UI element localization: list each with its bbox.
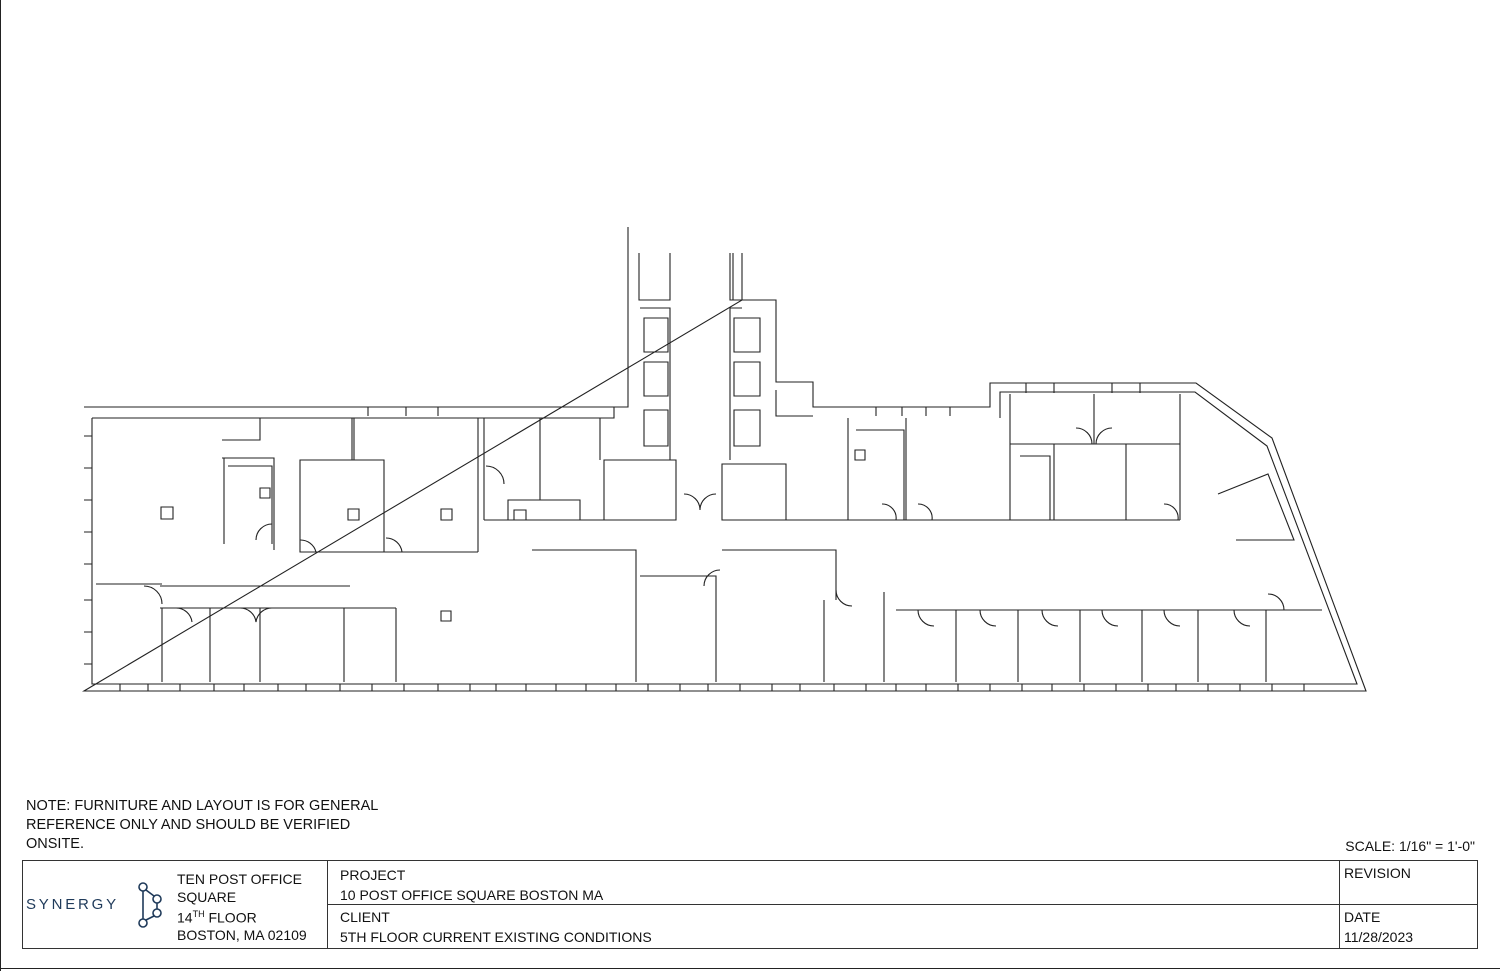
- client-value: 5TH FLOOR CURRENT EXISTING CONDITIONS: [340, 929, 652, 945]
- project-value: 10 POST OFFICE SQUARE BOSTON MA: [340, 887, 604, 903]
- address-line-1: TEN POST OFFICE: [177, 871, 302, 887]
- revision-label: REVISION: [1344, 865, 1411, 881]
- note-line-3: ONSITE.: [26, 836, 85, 852]
- building-outline: [84, 227, 1366, 691]
- title-block: SYNERGY TEN POST OFFICE SQUARE 14TH FLOO…: [22, 860, 1478, 949]
- client-field: CLIENT 5TH FLOOR CURRENT EXISTING CONDIT…: [328, 905, 1340, 948]
- note-line-1: NOTE: FURNITURE AND LAYOUT IS FOR GENERA…: [26, 798, 379, 814]
- project-label: PROJECT: [340, 867, 406, 883]
- address-line-4: BOSTON, MA 02109: [177, 927, 307, 944]
- company-logo: SYNERGY: [23, 861, 173, 948]
- project-field: PROJECT 10 POST OFFICE SQUARE BOSTON MA: [328, 861, 1340, 905]
- company-address: TEN POST OFFICE SQUARE 14TH FLOOR BOSTON…: [173, 861, 328, 948]
- address-line-2: SQUARE: [177, 888, 237, 905]
- corridor-wall-south: [160, 550, 1322, 682]
- synergy-logo-icon: [138, 882, 162, 928]
- revision-field: REVISION: [1340, 861, 1477, 905]
- corridor-wall-north: [484, 460, 1294, 540]
- address-line-3: 14TH FLOOR: [177, 909, 257, 926]
- general-note: NOTE: FURNITURE AND LAYOUT IS FOR GENERA…: [26, 797, 446, 854]
- logo-wordmark: SYNERGY: [26, 896, 119, 913]
- date-value: 11/28/2023: [1344, 929, 1414, 945]
- client-label: CLIENT: [340, 909, 390, 925]
- date-label: DATE: [1344, 909, 1381, 925]
- date-field: DATE 11/28/2023: [1340, 905, 1477, 948]
- note-line-2: REFERENCE ONLY AND SHOULD BE VERIFIED: [26, 817, 351, 833]
- scale-label: SCALE: 1/16" = 1'-0": [1345, 838, 1475, 854]
